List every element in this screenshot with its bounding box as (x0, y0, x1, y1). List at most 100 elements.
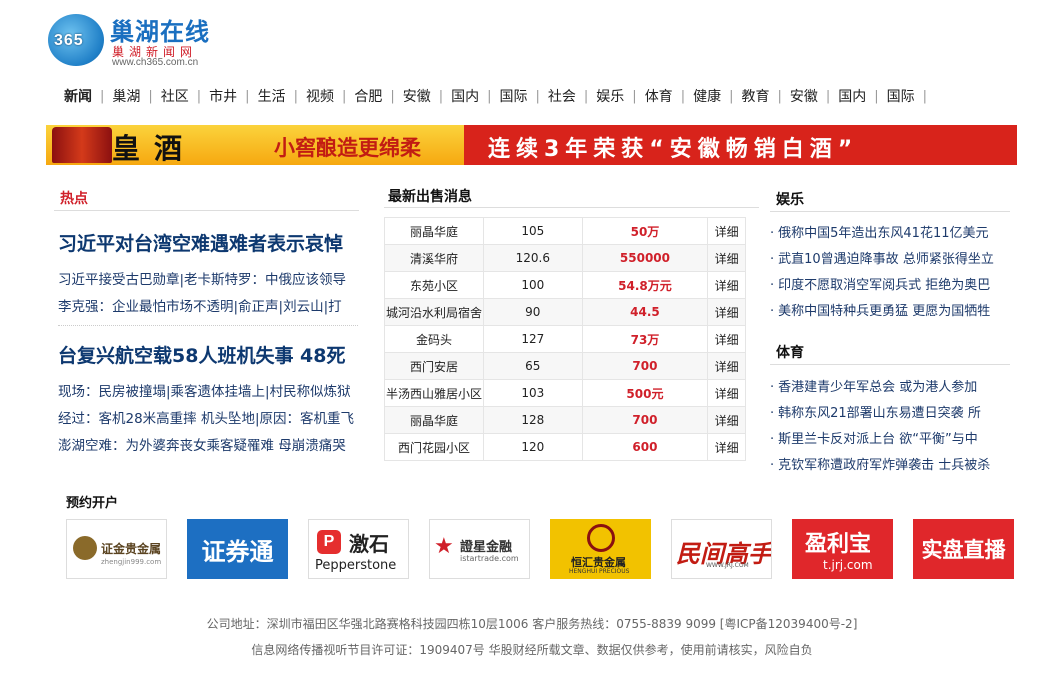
list-item[interactable]: · 武直10曾遇迫降事故 总师紧张得坐立 (770, 247, 1002, 273)
bullet-icon: · (770, 432, 775, 447)
partner-logo-henghui[interactable]: 恒汇贵金属 HENGHUI PRECIOUS (550, 519, 651, 579)
banner-ad[interactable]: 皇酒 小窖酿造更绵柔 连续3年荣获“安徽畅销白酒” (46, 125, 1017, 165)
listing-area: 120.6 (482, 244, 583, 272)
bullet-icon: · (770, 252, 775, 267)
listing-detail-link[interactable]: 详细 (707, 298, 746, 326)
listing-detail-link[interactable]: 详细 (707, 271, 746, 299)
nav-item-international[interactable]: 国际 (492, 86, 536, 106)
listing-price: 73万 (581, 325, 709, 353)
nav-item-anhui[interactable]: 安徽 (395, 86, 439, 106)
listing-name[interactable]: 金码头 (384, 325, 484, 353)
table-row: 金码头 127 73万 详细 (384, 325, 746, 353)
partner-logo-zhengjin[interactable]: 证金贵金属 zhengjin999.com (66, 519, 167, 579)
liquor-bottle-icon (52, 127, 112, 163)
listing-price: 50万 (581, 217, 709, 245)
nav-item-video[interactable]: 视频 (298, 86, 342, 106)
listing-name[interactable]: 东苑小区 (384, 271, 484, 299)
bullet-icon: · (770, 304, 775, 319)
list-item[interactable]: · 斯里兰卡反对派上台 欲“平衡”与中 (770, 427, 1002, 453)
partner-logos: 证金贵金属 zhengjin999.com 证券通 P 激石 Peppersto… (66, 519, 1014, 581)
nav-item-chaohu[interactable]: 巢湖 (104, 86, 148, 106)
footer-address: 公司地址：深圳市福田区华强北路赛格科技园四栋10层1006 客户服务热线：075… (206, 617, 858, 631)
sale-listings-header: 最新出售消息 (384, 182, 759, 208)
sale-listings-table: 丽晶华庭 105 50万 详细 清溪华府 120.6 550000 详细 东苑小… (384, 217, 746, 461)
listing-price: 600 (581, 433, 709, 461)
listing-area: 128 (482, 406, 583, 434)
listing-name[interactable]: 清溪华府 (384, 244, 484, 272)
table-row: 东苑小区 100 54.8万元 详细 (384, 271, 746, 299)
listing-area: 120 (482, 433, 583, 461)
nav-item-society[interactable]: 社会 (540, 86, 584, 106)
bullet-icon: · (770, 226, 775, 241)
listing-price: 700 (581, 352, 709, 380)
nav-item-education[interactable]: 教育 (733, 86, 777, 106)
listing-price: 500元 (581, 379, 709, 407)
listing-name[interactable]: 丽晶华庭 (384, 406, 484, 434)
nav-item-international-2[interactable]: 国际 (879, 86, 923, 106)
site-logo[interactable]: 365 巢湖在线 巢湖新闻网 www.ch365.com.cn (48, 12, 228, 72)
table-row: 半汤西山雅居小区 103 500元 详细 (384, 379, 746, 407)
list-item[interactable]: · 克钦军称遭政府军炸弹袭击 士兵被杀 (770, 453, 1002, 479)
listing-area: 127 (482, 325, 583, 353)
nav-item-entertainment[interactable]: 娱乐 (588, 86, 632, 106)
table-row: 西门花园小区 120 600 详细 (384, 433, 746, 461)
sports-header: 体育 (770, 338, 1010, 365)
hot-story: 台复兴航空载58人班机失事 48死 现场：民房被撞塌|乘客遗体挂墙上|村民称似炼… (58, 341, 358, 454)
hot-story-headline[interactable]: 习近平对台湾空难遇难者表示哀悼 (58, 229, 358, 256)
list-item[interactable]: · 香港建青少年军总会 或为港人参加 (770, 375, 1002, 401)
bullet-icon: · (770, 406, 775, 421)
banner-headline: 连续3年荣获“安徽畅销白酒” (488, 137, 859, 162)
banner-brand: 皇酒 (112, 132, 197, 165)
hot-story-link[interactable]: 经过：客机28米高重摔 机头坠地|原因：客机重飞 (58, 407, 358, 427)
partner-logo-istartrade[interactable]: ★ 證星金融 istartrade.com (429, 519, 530, 579)
partner-logo-zhengquantong[interactable]: 证券通 (187, 519, 288, 579)
hot-story-link[interactable]: 现场：民房被撞塌|乘客遗体挂墙上|村民称似炼狱 (58, 380, 358, 400)
listing-detail-link[interactable]: 详细 (707, 379, 746, 407)
hot-story-link[interactable]: 习近平接受古巴勋章|老卡斯特罗：中俄应该领导 (58, 268, 358, 288)
partner-logo-pepperstone[interactable]: P 激石 Pepperstone (308, 519, 409, 579)
hot-story-link[interactable]: 澎湖空难：为外婆奔丧女乘客疑罹难 母崩溃痛哭 (58, 434, 358, 454)
nav-item-domestic-2[interactable]: 国内 (830, 86, 874, 106)
hot-news-heading: 热点 (60, 191, 88, 207)
listing-detail-link[interactable]: 详细 (707, 406, 746, 434)
nav-item-anhui-2[interactable]: 安徽 (782, 86, 826, 106)
partners-heading: 预约开户 (66, 496, 119, 511)
listing-name[interactable]: 半汤西山雅居小区 (384, 379, 484, 407)
list-item[interactable]: · 美称中国特种兵更勇猛 更愿为国牺牲 (770, 299, 1002, 325)
nav-item-community[interactable]: 社区 (153, 86, 197, 106)
hot-story-headline[interactable]: 台复兴航空载58人班机失事 48死 (58, 341, 358, 368)
table-row: 丽晶华庭 128 700 详细 (384, 406, 746, 434)
list-item[interactable]: · 俄称中国5年造出东风41花11亿美元 (770, 221, 1002, 247)
listing-name[interactable]: 丽晶华庭 (384, 217, 484, 245)
partner-logo-shipan[interactable]: 实盘直播 (913, 519, 1014, 579)
listing-detail-link[interactable]: 详细 (707, 244, 746, 272)
list-item[interactable]: · 印度不愿取消空军阅兵式 拒绝为奥巴 (770, 273, 1002, 299)
nav-item-city[interactable]: 市井 (201, 86, 245, 106)
partner-logo-yinglibao[interactable]: 盈利宝 t.jrj.com (792, 519, 893, 579)
table-row: 西门安居 65 700 详细 (384, 352, 746, 380)
listing-detail-link[interactable]: 详细 (707, 352, 746, 380)
listing-name[interactable]: 西门安居 (384, 352, 484, 380)
listing-name[interactable]: 西门花园小区 (384, 433, 484, 461)
star-icon: ★ (434, 534, 454, 559)
listing-detail-link[interactable]: 详细 (707, 325, 746, 353)
listing-price: 54.8万元 (581, 271, 709, 299)
hot-story-link[interactable]: 李克强：企业最怕市场不透明|俞正声|刘云山|打 (58, 295, 358, 315)
listing-name[interactable]: 城河沿水利局宿舍 (384, 298, 484, 326)
nav-item-hefei[interactable]: 合肥 (346, 86, 390, 106)
henghui-emblem-icon (587, 524, 615, 552)
nav-item-news[interactable]: 新闻 (56, 86, 100, 106)
listing-detail-link[interactable]: 详细 (707, 217, 746, 245)
nav-item-life[interactable]: 生活 (250, 86, 294, 106)
listing-detail-link[interactable]: 详细 (707, 433, 746, 461)
nav-item-health[interactable]: 健康 (685, 86, 729, 106)
divider (58, 325, 358, 326)
pepperstone-p-icon: P (317, 530, 341, 554)
main-nav: 新闻 | 巢湖 | 社区 | 市井 | 生活 | 视频 | 合肥 | 安徽 | 国内 | 国际 | … (56, 86, 927, 106)
partner-logo-minjian[interactable]: 民间高手 WWW.JRJ.COM (671, 519, 772, 579)
table-row: 丽晶华庭 105 50万 详细 (384, 217, 746, 245)
entertainment-list: · 俄称中国5年造出东风41花11亿美元 · 武直10曾遇迫降事故 总师紧张得坐立 … (770, 221, 1002, 325)
list-item[interactable]: · 韩称东风21部署山东易遭日突袭 所 (770, 401, 1002, 427)
nav-item-sports[interactable]: 体育 (637, 86, 681, 106)
nav-item-domestic[interactable]: 国内 (443, 86, 487, 106)
